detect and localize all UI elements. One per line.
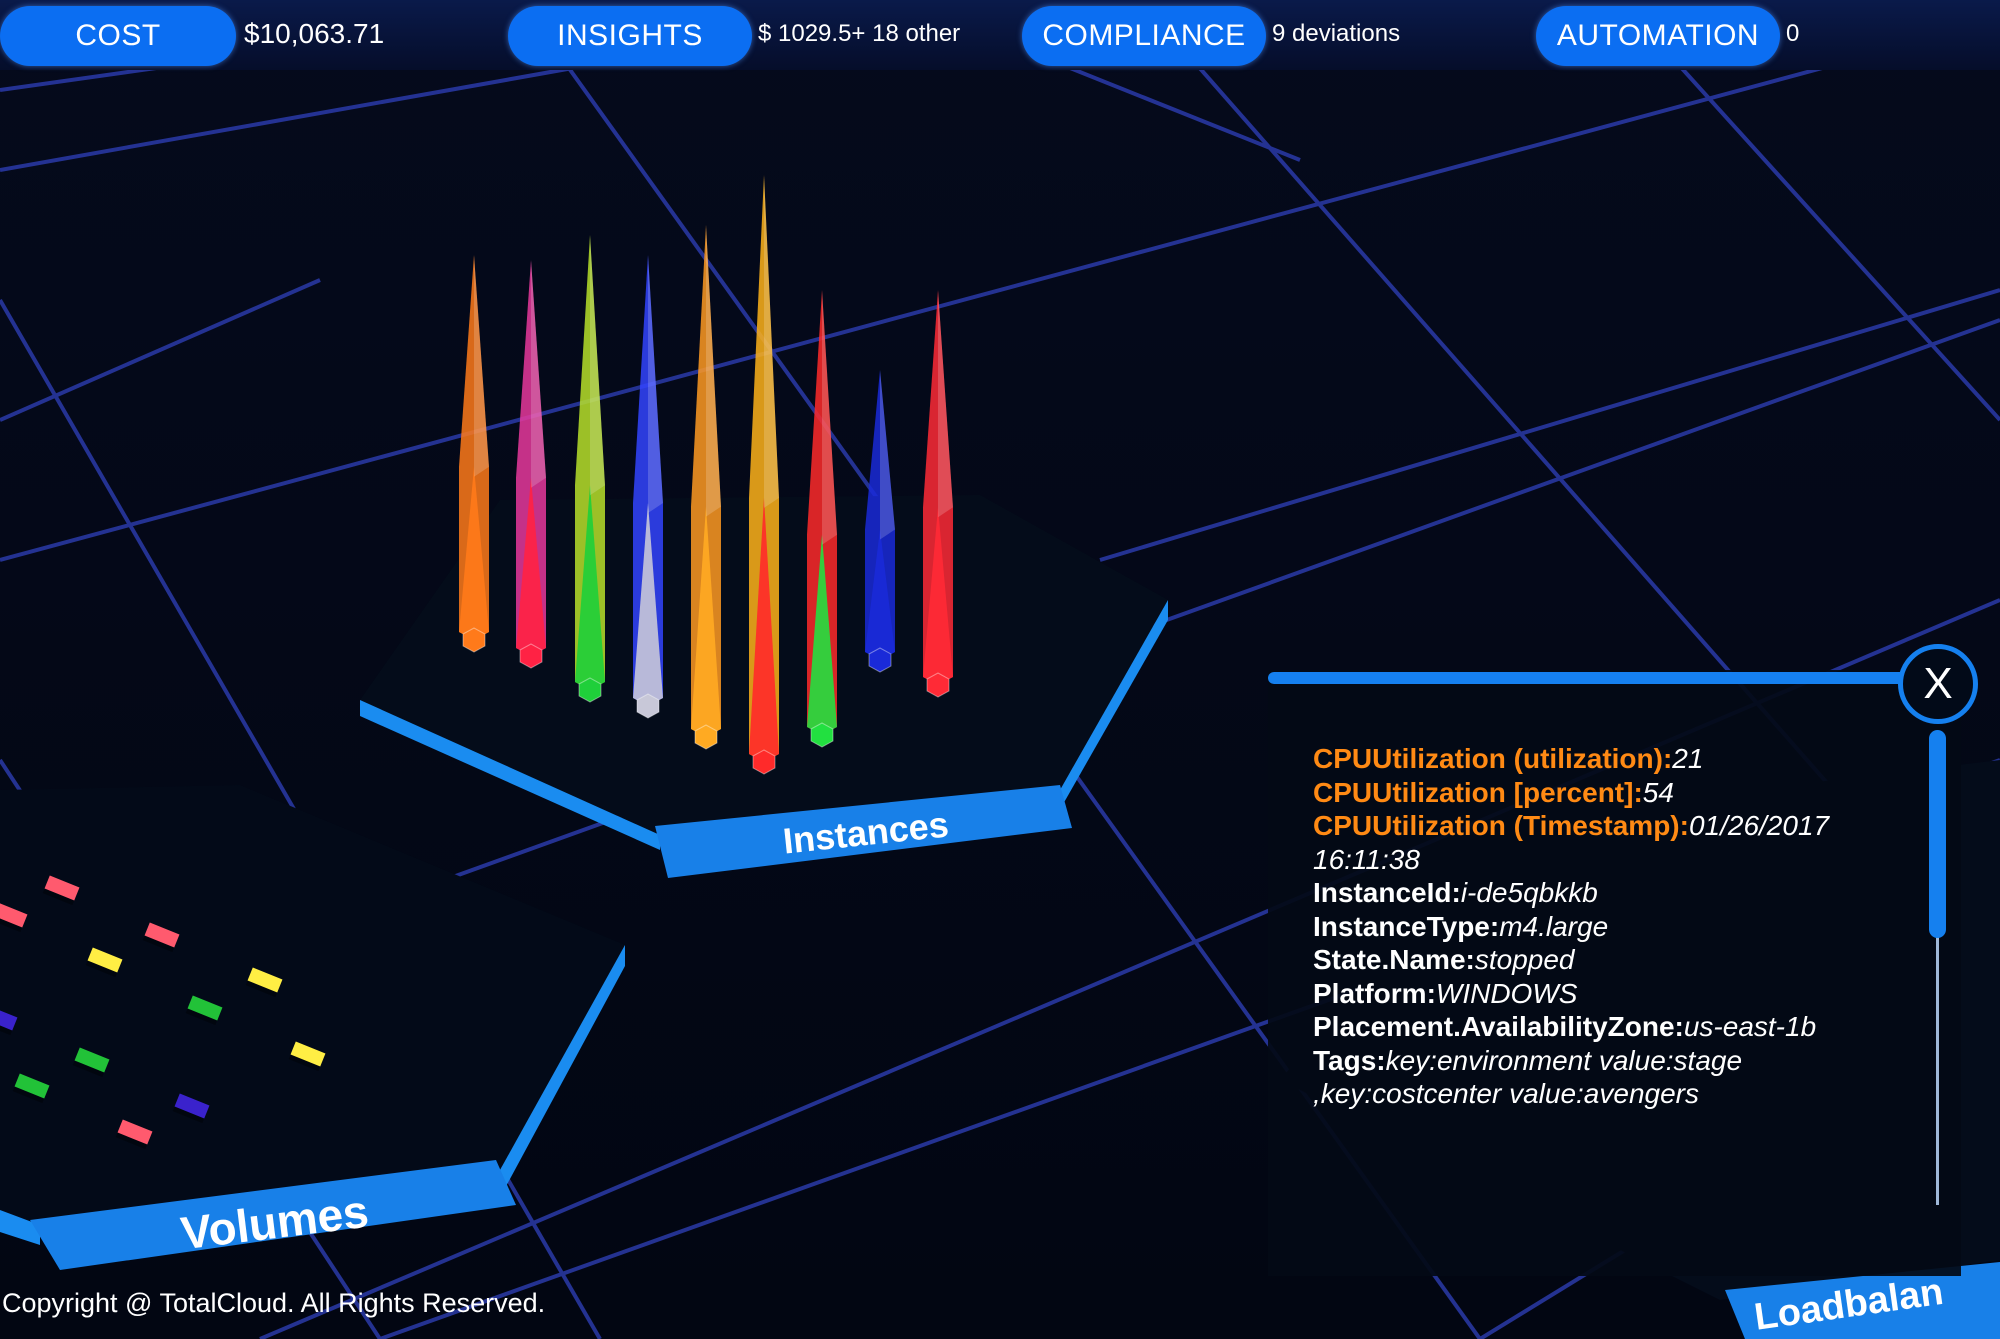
detail-row: CPUUtilization (utilization):21 (1313, 742, 1903, 776)
copyright-text: Copyright @ TotalCloud. All Rights Reser… (2, 1288, 546, 1318)
detail-row: CPUUtilization [percent]:54 (1313, 776, 1903, 810)
panel-scrollbar-thumb[interactable] (1929, 730, 1946, 938)
detail-value: 54 (1642, 776, 1674, 808)
detail-row: Tags:key:environment value:stage ,key:co… (1313, 1044, 1903, 1111)
detail-value: 21 (1672, 743, 1704, 774)
detail-row: State.Name:stopped (1313, 943, 1903, 977)
insights-value: $ 1029.5+ 18 other (758, 20, 961, 47)
panel-header-bar (1268, 672, 1918, 684)
detail-key: Platform: (1313, 977, 1436, 1009)
detail-row: Placement.AvailabilityZone:us-east-1b (1313, 1010, 1903, 1044)
detail-key: InstanceId: (1313, 877, 1461, 908)
detail-row: InstanceId:i-de5qbkkb (1313, 876, 1903, 910)
detail-row: Platform:WINDOWS (1313, 977, 1903, 1011)
detail-key: State.Name: (1313, 944, 1475, 975)
detail-key: CPUUtilization [percent]: (1313, 776, 1643, 808)
detail-key: InstanceType: (1313, 910, 1500, 942)
instance-details-content: CPUUtilization (utilization):21 CPUUtili… (1313, 742, 1903, 1212)
detail-key: CPUUtilization (Timestamp): (1313, 810, 1689, 841)
detail-key: Placement.AvailabilityZone: (1313, 1011, 1684, 1042)
compliance-value: 9 deviations (1272, 20, 1401, 47)
detail-value: us-east-1b (1683, 1011, 1817, 1042)
automation-button[interactable]: AUTOMATION (1536, 6, 1780, 66)
compliance-button[interactable]: COMPLIANCE (1022, 6, 1266, 66)
detail-key: CPUUtilization (utilization): (1313, 743, 1673, 774)
cost-button[interactable]: COST (0, 6, 236, 66)
close-button[interactable]: X (1898, 644, 1978, 724)
detail-value: stopped (1474, 944, 1575, 975)
detail-row: InstanceType:m4.large (1313, 910, 1903, 944)
insights-button[interactable]: INSIGHTS (508, 6, 752, 66)
detail-row: CPUUtilization (Timestamp):01/26/2017 16… (1313, 809, 1903, 876)
detail-value: i-de5qbkkb (1460, 877, 1598, 908)
cost-value: $10,063.71 (244, 18, 385, 49)
automation-value: 0 (1786, 20, 1800, 47)
detail-value: WINDOWS (1435, 977, 1578, 1009)
detail-key: Tags: (1313, 1044, 1386, 1076)
detail-value: m4.large (1499, 910, 1609, 942)
